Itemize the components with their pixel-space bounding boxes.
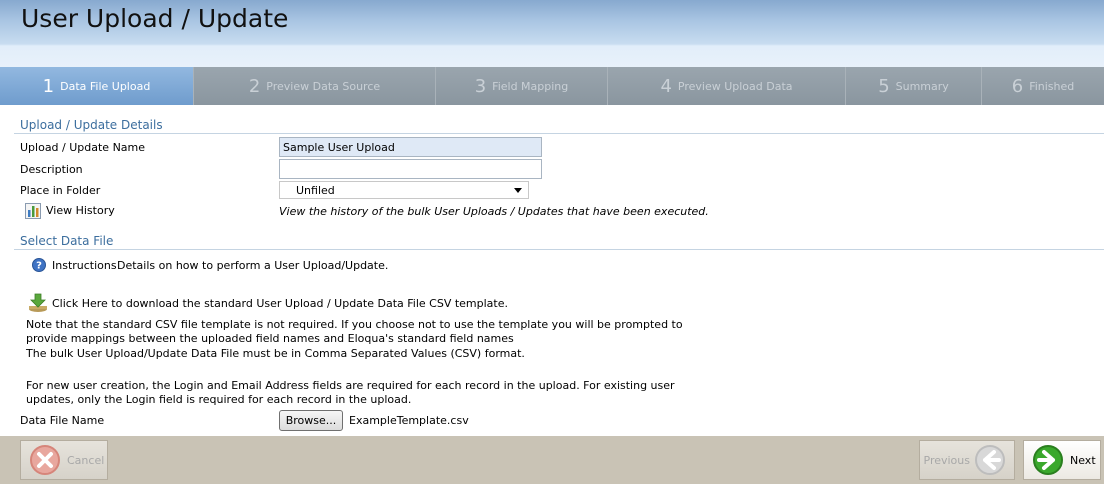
cancel-icon: [29, 444, 61, 476]
step-label: Summary: [895, 79, 949, 93]
format-note: The bulk User Upload/Update Data File mu…: [26, 347, 525, 360]
page-title: User Upload / Update: [21, 4, 289, 33]
cancel-button-label: Cancel: [67, 453, 105, 467]
step-label: Preview Upload Data: [677, 79, 793, 93]
help-icon[interactable]: ?: [32, 258, 46, 272]
page-header: User Upload / Update: [0, 0, 1104, 67]
next-button[interactable]: Next: [1023, 440, 1101, 480]
svg-text:?: ?: [36, 261, 42, 272]
step-finished[interactable]: 6 Finished: [982, 67, 1104, 105]
step-preview-data-source[interactable]: 2 Preview Data Source: [194, 67, 436, 105]
step-label: Field Mapping: [492, 79, 569, 93]
note-line-1: Note that the standard CSV file template…: [26, 318, 683, 331]
step-number: 1: [42, 75, 55, 97]
description-input[interactable]: [279, 159, 542, 179]
step-preview-upload-data[interactable]: 4 Preview Upload Data: [608, 67, 846, 105]
step-label: Finished: [1029, 79, 1075, 93]
download-icon[interactable]: [27, 293, 49, 313]
requirement-line-2: updates, only the Login field is require…: [26, 393, 412, 406]
previous-button-label: Previous: [923, 453, 971, 467]
upload-name-input[interactable]: [279, 137, 542, 157]
step-number: 5: [878, 75, 890, 97]
step-number: 4: [660, 75, 672, 97]
view-history-description: View the history of the bulk User Upload…: [279, 205, 709, 218]
next-button-label: Next: [1070, 453, 1096, 467]
data-file-section-divider: [14, 249, 1104, 250]
instructions-text: Details on how to perform a User Upload/…: [117, 259, 389, 272]
data-file-section-title: Select Data File: [20, 234, 114, 248]
requirement-line-1: For new user creation, the Login and Ema…: [26, 379, 675, 392]
step-field-mapping[interactable]: 3 Field Mapping: [436, 67, 608, 105]
details-section-divider: [14, 133, 1104, 134]
note-line-2: provide mappings between the uploaded fi…: [26, 332, 514, 345]
folder-select[interactable]: Unfiled: [279, 181, 529, 199]
folder-label: Place in Folder: [20, 184, 101, 197]
arrow-left-icon: [974, 444, 1006, 476]
cancel-button[interactable]: Cancel: [20, 440, 108, 480]
download-template-link[interactable]: Click Here to download the standard User…: [52, 297, 508, 310]
description-label: Description: [20, 163, 83, 176]
wizard-steps: 1 Data File Upload 2 Preview Data Source…: [0, 67, 1104, 105]
arrow-right-icon: [1032, 444, 1064, 476]
step-number: 3: [474, 75, 487, 97]
upload-name-label: Upload / Update Name: [20, 141, 146, 154]
step-number: 6: [1011, 75, 1024, 97]
step-label: Data File Upload: [60, 79, 151, 93]
step-summary[interactable]: 5 Summary: [846, 67, 982, 105]
browse-button[interactable]: Browse...: [279, 410, 343, 431]
chevron-down-icon: [514, 188, 522, 193]
instructions-link[interactable]: Instructions: [52, 259, 117, 272]
view-history-link[interactable]: View History: [46, 204, 115, 217]
data-file-name-label: Data File Name: [20, 414, 105, 427]
bar-chart-icon[interactable]: [25, 202, 42, 219]
wizard-footer: Cancel Previous Next: [0, 436, 1104, 484]
previous-button[interactable]: Previous: [919, 440, 1015, 480]
selected-file-name: ExampleTemplate.csv: [349, 414, 469, 427]
step-data-file-upload[interactable]: 1 Data File Upload: [0, 67, 194, 105]
folder-select-value: Unfiled: [296, 184, 335, 197]
step-number: 2: [248, 75, 261, 97]
details-section-title: Upload / Update Details: [20, 118, 163, 132]
step-label: Preview Data Source: [266, 79, 381, 93]
